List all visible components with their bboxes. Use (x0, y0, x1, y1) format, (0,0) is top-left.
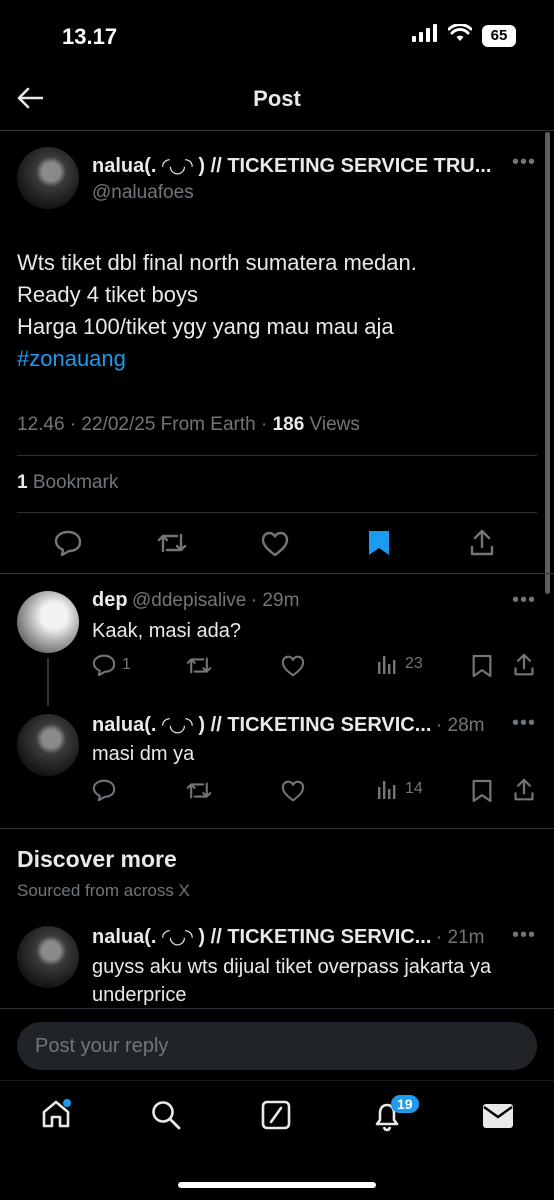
scrollbar[interactable] (545, 132, 550, 594)
like-button[interactable] (281, 655, 305, 682)
reply-text: masi dm ya (92, 743, 195, 765)
grok-icon (261, 1100, 291, 1130)
header-divider (0, 130, 554, 131)
post-line: Harga 100/tiket ygy yang mau mau aja (17, 314, 394, 339)
bookmark-icon (472, 654, 492, 678)
heart-icon (261, 531, 289, 557)
views-button[interactable]: 23 (377, 654, 423, 674)
nav-grok[interactable] (261, 1100, 291, 1135)
reply-header: dep @ddepisalive · 29m (92, 589, 299, 612)
bookmarks-count: 1 (17, 472, 28, 493)
post-meta: 12.46 · 22/02/25 From Earth · 186 Views (17, 414, 360, 436)
thread-connector (47, 658, 49, 706)
reply-button[interactable] (92, 779, 116, 806)
status-icons: 65 (412, 23, 516, 47)
nav-messages[interactable] (482, 1103, 514, 1134)
divider (17, 455, 537, 456)
repost-button[interactable] (157, 531, 187, 560)
analytics-icon (378, 781, 396, 799)
search-icon (152, 1101, 181, 1130)
post-line: Wts tiket dbl final north sumatera medan… (17, 250, 417, 275)
post-time: · 21m (435, 927, 485, 948)
post-line: Ready 4 tiket boys (17, 282, 198, 307)
share-button[interactable] (513, 653, 535, 682)
divider (0, 573, 554, 574)
mail-icon (483, 1104, 513, 1128)
author-handle[interactable]: @naluafoes (92, 182, 194, 204)
author-name[interactable]: nalua(. ◜◡◝ ) // TICKETING SERVIC... (92, 926, 431, 948)
repost-button[interactable] (186, 655, 212, 681)
divider (17, 512, 537, 513)
wifi-icon (447, 23, 473, 47)
heart-icon (281, 780, 305, 802)
home-indicator[interactable] (178, 1182, 376, 1188)
reply-author-handle[interactable]: @ddepisalive (132, 590, 246, 611)
share-icon (514, 653, 534, 676)
post-body: Wts tiket dbl final north sumatera medan… (17, 247, 537, 375)
section-subtitle: Sourced from across X (17, 881, 190, 900)
like-button[interactable] (281, 780, 305, 807)
author-name[interactable]: nalua(. ◜◡◝ ) // TICKETING SERVICE TRU..… (92, 153, 508, 178)
share-icon (514, 778, 534, 801)
repost-icon (157, 533, 187, 553)
repost-icon (186, 782, 212, 799)
bookmark-filled-icon (369, 531, 389, 555)
reply-icon (92, 779, 116, 803)
reply-placeholder: Post your reply (35, 1035, 169, 1057)
more-icon[interactable]: ••• (512, 712, 536, 735)
like-button[interactable] (261, 531, 289, 562)
reply-time: · 28m (435, 715, 485, 736)
repost-button[interactable] (186, 780, 212, 806)
avatar[interactable] (17, 147, 79, 209)
battery-indicator: 65 (482, 24, 516, 47)
share-button[interactable] (513, 778, 535, 807)
divider (0, 828, 554, 829)
analytics-icon (378, 656, 396, 674)
nav-home[interactable] (40, 1098, 72, 1135)
hashtag-link[interactable]: #zonauang (17, 343, 537, 375)
share-button[interactable] (469, 529, 495, 562)
bookmark-button[interactable] (472, 779, 492, 808)
reply-text: Kaak, masi ada? (92, 620, 241, 642)
views-count: 23 (405, 655, 423, 672)
reply-author-name[interactable]: dep (92, 589, 128, 611)
share-icon (470, 529, 494, 556)
reply-author-name[interactable]: nalua(. ◜◡◝ ) // TICKETING SERVIC... (92, 714, 431, 736)
bookmark-button[interactable] (367, 529, 391, 562)
views-count: 14 (405, 780, 423, 797)
reply-header: nalua(. ◜◡◝ ) // TICKETING SERVIC... · 2… (92, 712, 512, 737)
notifications-badge: 19 (391, 1095, 419, 1113)
reply-icon (92, 654, 116, 676)
home-icon (42, 1099, 71, 1128)
views-label: Views (304, 414, 360, 435)
reply-time: · 29m (250, 590, 300, 611)
avatar[interactable] (17, 591, 79, 653)
repost-icon (186, 657, 212, 674)
section-title: Discover more (17, 846, 177, 872)
status-time: 13.17 (62, 24, 118, 49)
avatar[interactable] (17, 714, 79, 776)
post-timestamp: 12.46 · 22/02/25 From Earth · (17, 414, 273, 435)
bookmarks-label: Bookmark (27, 472, 119, 493)
reply-button[interactable]: 1 (92, 654, 131, 676)
bookmark-icon (472, 779, 492, 803)
reply-icon (54, 530, 82, 557)
bookmark-button[interactable] (472, 654, 492, 683)
more-icon[interactable]: ••• (512, 924, 536, 947)
more-icon[interactable]: ••• (512, 151, 536, 174)
page-title: Post (253, 86, 301, 111)
nav-search[interactable] (150, 1099, 182, 1136)
signal-icon (412, 24, 438, 47)
post-header: nalua(. ◜◡◝ ) // TICKETING SERVIC... · 2… (92, 924, 512, 949)
reply-button[interactable] (54, 530, 82, 561)
more-icon[interactable]: ••• (512, 589, 536, 612)
avatar[interactable] (17, 926, 79, 988)
reply-count: 1 (122, 656, 131, 673)
views-count: 186 (272, 414, 305, 435)
views-button[interactable]: 14 (377, 779, 423, 799)
post-text: guyss aku wts dijual tiket overpass jaka… (92, 956, 492, 1006)
bookmarks-stat[interactable]: 1 Bookmark (17, 472, 118, 494)
heart-icon (281, 655, 305, 677)
